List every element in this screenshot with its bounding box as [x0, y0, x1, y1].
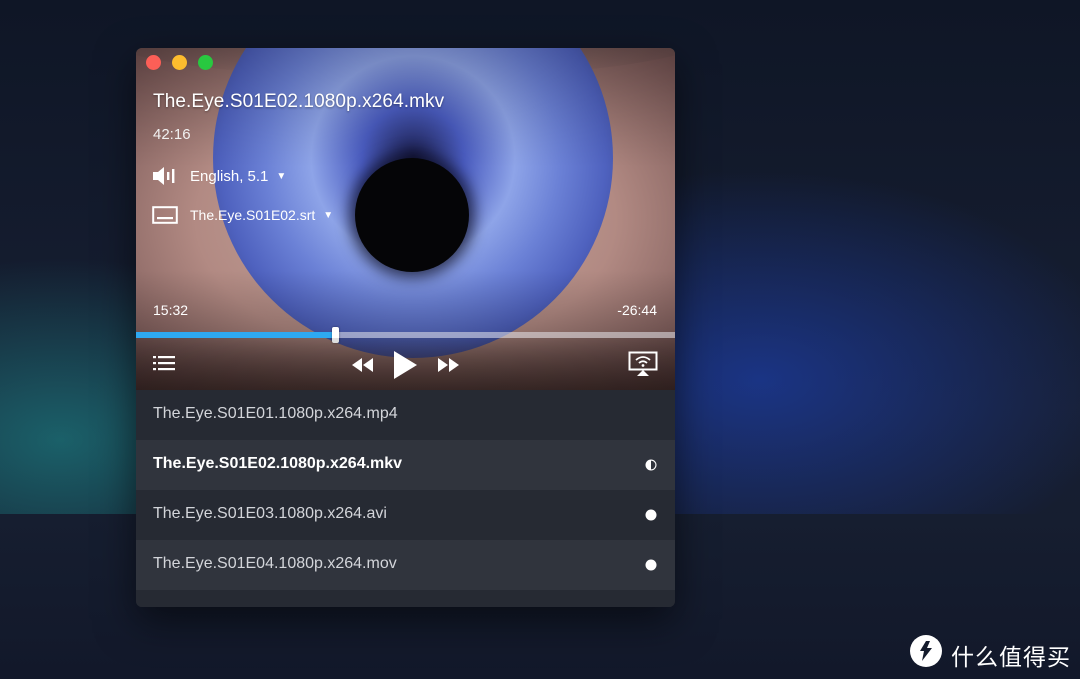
playlist-icon[interactable] [153, 355, 175, 371]
playlist-item[interactable]: The.Eye.S01E01.1080p.x264.mp4 [136, 390, 675, 440]
playlist-item-name: The.Eye.S01E03.1080p.x264.avi [153, 505, 387, 522]
playlist-item[interactable]: The.Eye.S01E04.1080p.x264.mov [136, 540, 675, 590]
subtitle-label: The.Eye.S01E02.srt [190, 207, 316, 223]
video-title: The.Eye.S01E02.1080p.x264.mkv [153, 91, 445, 112]
player-window: The.Eye.S01E02.1080p.x264.mkv 42:16 Engl… [136, 48, 675, 607]
playlist-panel: The.Eye.S01E01.1080p.x264.mp4 The.Eye.S0… [136, 390, 675, 607]
time-elapsed: 15:32 [153, 302, 189, 318]
maximize-icon[interactable] [198, 55, 213, 70]
playlist-item-name: The.Eye.S01E04.1080p.x264.mov [153, 555, 397, 572]
playlist-item[interactable]: The.Eye.S01E03.1080p.x264.avi [136, 490, 675, 540]
video-duration: 42:16 [153, 126, 191, 143]
subtitle-icon [152, 206, 178, 224]
fast-forward-icon[interactable] [437, 357, 461, 373]
video-area[interactable]: The.Eye.S01E02.1080p.x264.mkv 42:16 Engl… [136, 48, 675, 390]
playlist-spacer [136, 590, 675, 607]
play-icon[interactable] [392, 350, 418, 380]
unwatched-dot-icon [645, 509, 657, 521]
rewind-icon[interactable] [350, 357, 374, 373]
value-logo-icon [910, 635, 942, 667]
unwatched-dot-icon [645, 559, 657, 571]
minimize-icon[interactable] [172, 55, 187, 70]
playlist-item-name: The.Eye.S01E02.1080p.x264.mkv [153, 455, 403, 472]
half-watched-icon [645, 459, 657, 471]
audio-track-selector[interactable]: English, 5.1 ▼ [152, 165, 286, 187]
chevron-down-icon: ▼ [323, 209, 334, 221]
playlist-item-active[interactable]: The.Eye.S01E02.1080p.x264.mkv [136, 440, 675, 490]
playlist-item-name: The.Eye.S01E01.1080p.x264.mp4 [153, 405, 398, 422]
watermark-text: 什么值得买 [951, 645, 1071, 671]
time-remaining: -26:44 [617, 302, 657, 318]
airplay-icon[interactable] [628, 351, 658, 377]
control-bar [136, 338, 675, 390]
subtitle-selector[interactable]: The.Eye.S01E02.srt ▼ [152, 204, 333, 226]
audio-track-label: English, 5.1 [190, 167, 269, 185]
close-icon[interactable] [146, 55, 161, 70]
chevron-down-icon: ▼ [276, 170, 287, 182]
speaker-icon [153, 167, 175, 185]
